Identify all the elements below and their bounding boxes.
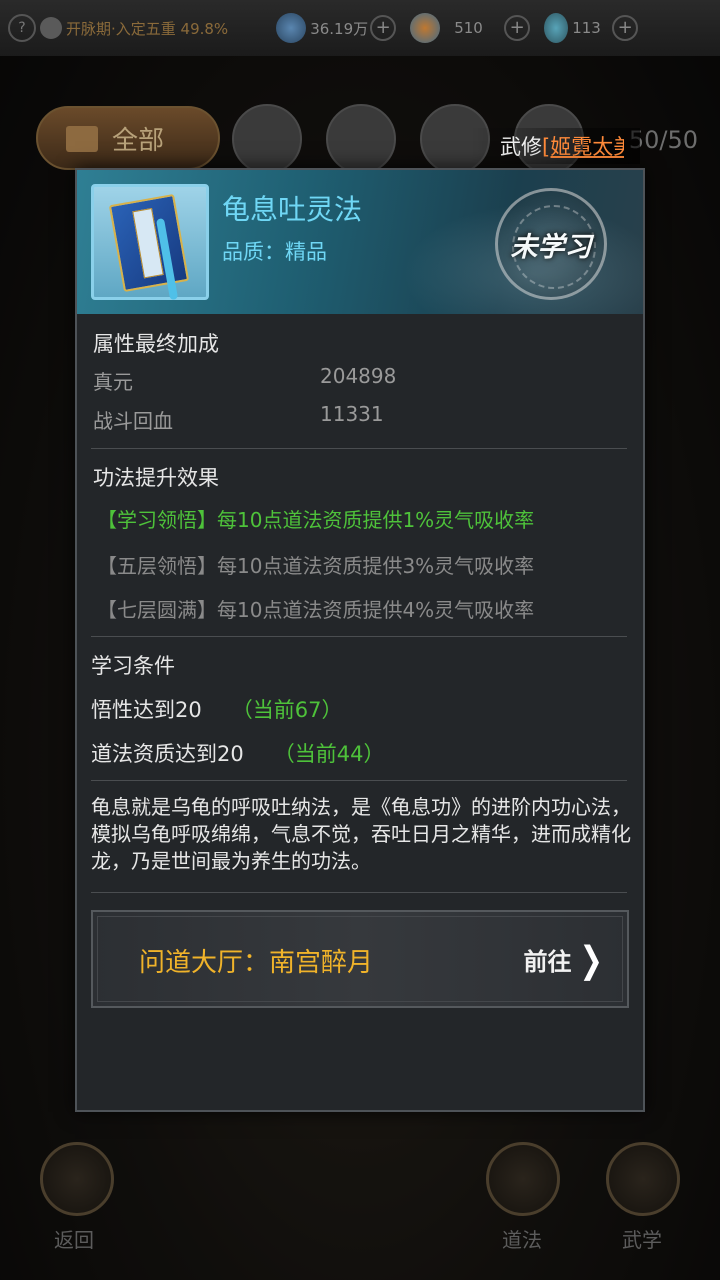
yin-yang-value: 510 [454, 19, 483, 37]
condition-daofa: 道法资质达到20 （当前44） [91, 738, 384, 768]
skill-detail-popup: 龟息吐灵法 品质：精品 未学习 属性最终加成 真元 204898 战斗回血 11… [75, 168, 645, 1112]
condition-daofa-current: （当前44） [273, 742, 385, 766]
daofa-label: 道法 [502, 1228, 542, 1252]
status-stamp: 未学习 [495, 188, 607, 300]
broadcast-player-link[interactable]: [姬霓太美 [542, 131, 624, 161]
tab-category-1[interactable] [232, 104, 302, 174]
effect-section-title: 功法提升效果 [93, 466, 219, 490]
cond-section-title: 学习条件 [91, 654, 175, 678]
broadcast-label: 武修 [500, 135, 542, 159]
skill-header: 龟息吐灵法 品质：精品 未学习 [77, 170, 643, 314]
daofa-button[interactable] [486, 1142, 560, 1216]
attr-value-zhandouhuixue: 11331 [320, 402, 384, 426]
divider [91, 448, 627, 449]
goto-button-label: 前往 [523, 948, 572, 976]
back-label: 返回 [54, 1228, 94, 1252]
tab-category-2[interactable] [326, 104, 396, 174]
effect-seventh-layer: 【七层圆满】每10点道法资质提供4%灵气吸收率 [97, 598, 535, 622]
condition-wuxing-text: 悟性达到20 [91, 698, 202, 722]
spirit-stone-value: 36.19万 [310, 19, 369, 38]
wuxue-label: 武学 [622, 1228, 662, 1252]
status-stamp-text: 未学习 [510, 231, 592, 263]
goto-panel: 问道大厅：南宫醉月 前往 ❯ [91, 910, 629, 1008]
divider [91, 892, 627, 893]
effect-fifth-layer: 【五层领悟】每10点道法资质提供3%灵气吸收率 [97, 554, 535, 578]
attr-name-zhandouhuixue: 战斗回血 [93, 409, 173, 433]
book-cover [108, 193, 190, 301]
attr-name-zhenyuan: 真元 [93, 370, 133, 394]
tab-all-label: 全部 [112, 125, 165, 156]
divider [91, 780, 627, 781]
realm-progress: 开脉期·入定五重 49.8% [66, 19, 229, 38]
goto-button[interactable]: 前往 ❯ [523, 938, 603, 981]
spirit-stone-icon [276, 13, 307, 43]
help-button[interactable]: ? [8, 14, 36, 42]
add-yin-yang-button[interactable]: + [504, 15, 531, 41]
skill-description: 龟息就是乌龟的呼吸吐纳法，是《龟息功》的进阶内功心法，模拟乌龟呼吸绵绵，气息不觉… [91, 795, 631, 873]
broadcast-ticker: 武修 [姬霓太美 [470, 128, 640, 164]
attr-section-title: 属性最终加成 [93, 332, 219, 356]
add-gourd-button[interactable]: + [612, 15, 639, 41]
wuxue-button[interactable] [606, 1142, 680, 1216]
yin-yang-icon [410, 13, 441, 43]
resource-yin-yang: 510 + [410, 13, 531, 43]
chevron-right-icon: ❯ [579, 938, 603, 981]
add-spirit-stone-button[interactable]: + [370, 15, 397, 41]
realm-icon [40, 17, 62, 39]
resource-spirit-stone: 36.19万 + [276, 13, 397, 43]
effect-learn: 【学习领悟】每10点道法资质提供1%灵气吸收率 [97, 508, 535, 532]
condition-wuxing-current: （当前67） [231, 698, 343, 722]
resource-gourd: 113 + [544, 13, 639, 43]
book-icon [66, 126, 98, 152]
skill-book-icon [91, 184, 209, 301]
condition-daofa-text: 道法资质达到20 [91, 742, 244, 766]
tab-all[interactable]: 全部 [36, 106, 220, 170]
divider [91, 636, 627, 637]
top-status-bar: ? 开脉期·入定五重 49.8% 36.19万 + 510 + 113 + [0, 0, 720, 56]
goto-hall-text: 问道大厅：南宫醉月 [139, 948, 374, 978]
back-button[interactable] [40, 1142, 114, 1216]
gourd-value: 113 [572, 19, 601, 37]
gourd-icon [544, 13, 569, 43]
condition-wuxing: 悟性达到20 （当前67） [91, 694, 342, 724]
skill-title: 龟息吐灵法 [222, 193, 363, 226]
attr-value-zhenyuan: 204898 [320, 364, 397, 388]
skill-quality: 品质：精品 [222, 240, 327, 264]
